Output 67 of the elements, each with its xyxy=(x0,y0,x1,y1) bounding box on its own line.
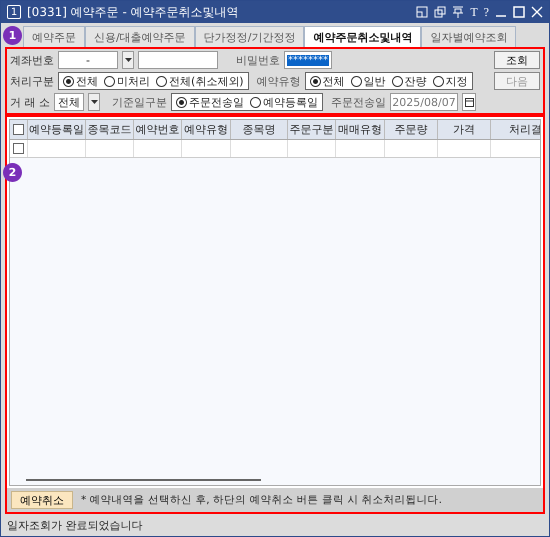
input-field[interactable] xyxy=(138,51,218,69)
radio-option[interactable]: 전체 xyxy=(310,74,345,88)
field-label: 거 래 소 xyxy=(10,94,50,110)
tab[interactable]: 일자별예약조회 xyxy=(421,26,516,47)
password-field[interactable]: ******** xyxy=(284,51,332,69)
tab[interactable]: 신용/대출예약주문 xyxy=(85,26,195,47)
radio-button[interactable] xyxy=(310,76,321,86)
scrollbar[interactable] xyxy=(26,479,261,481)
tab[interactable]: 단가정정/기간정정 xyxy=(194,26,304,47)
tab[interactable]: 예약주문 xyxy=(23,26,85,47)
title-button[interactable]: T xyxy=(470,4,478,20)
radio-option[interactable]: 전체(취소제외) xyxy=(156,74,244,88)
column-header[interactable]: 가격 xyxy=(438,120,491,139)
column-header[interactable]: 예약유형 xyxy=(182,120,231,139)
caret-icon xyxy=(90,100,98,104)
column-header[interactable]: 매매유형 xyxy=(336,120,385,139)
radio-option[interactable]: 미처리 xyxy=(104,74,150,88)
radio-button[interactable] xyxy=(156,76,167,86)
dropdown-button[interactable] xyxy=(88,93,100,111)
radio-button[interactable] xyxy=(63,76,74,86)
calendar-button[interactable] xyxy=(462,93,476,111)
date-field[interactable]: 2025/08/07 xyxy=(390,93,458,111)
radio-button[interactable] xyxy=(432,76,444,86)
column-header[interactable]: 종목명 xyxy=(231,120,288,139)
radio-option[interactable]: 일반 xyxy=(350,74,386,88)
field-label: 예약유형 xyxy=(256,74,301,88)
window-icon[interactable] xyxy=(416,6,428,18)
column-header[interactable]: 주문량 xyxy=(385,120,438,139)
exchange-field[interactable]: 전체 xyxy=(54,93,84,111)
status-text: 일자조회가 완료되었습니다 xyxy=(7,518,142,532)
radio-option[interactable]: 잔량 xyxy=(392,74,427,88)
hint-text: * 예약내역을 선택하신 후, 하단의 예약취소 버튼 클릭 시 취소처리됩니다. xyxy=(81,493,442,507)
pin-icon[interactable] xyxy=(452,6,464,18)
field-label: 주문전송일 xyxy=(331,94,386,110)
field-label: 기준일구분 xyxy=(112,94,167,110)
checkbox[interactable] xyxy=(13,143,24,154)
calendar-icon xyxy=(464,98,474,106)
cancel-button[interactable]: 예약취소 xyxy=(11,491,73,509)
radio-option[interactable]: 예약등록일 xyxy=(250,94,318,110)
radio-button[interactable] xyxy=(392,76,403,86)
account-field[interactable]: - xyxy=(58,51,118,69)
field-label: 처리구분 xyxy=(10,74,54,88)
radio-option[interactable]: 전체 xyxy=(63,74,98,88)
title-button[interactable]: ? xyxy=(484,4,489,20)
field-label: 계좌번호 xyxy=(10,52,54,68)
radio-button[interactable] xyxy=(176,96,187,108)
radio-button[interactable] xyxy=(350,76,362,86)
checkbox[interactable] xyxy=(13,124,24,135)
radio-option[interactable]: 지정 xyxy=(432,74,468,88)
tab[interactable]: 예약주문취소및내역 xyxy=(304,26,422,47)
window-title: [0331] 예약주문 - 예약주문취소및내역 xyxy=(27,4,240,20)
field-label: 비밀번호 xyxy=(236,52,280,68)
window-number: 1 xyxy=(7,5,21,19)
close-icon[interactable] xyxy=(531,6,543,18)
caret-icon xyxy=(124,58,132,62)
search-button[interactable]: 조회 xyxy=(494,51,540,69)
column-header[interactable]: 예약번호 xyxy=(134,120,182,139)
maximize-icon[interactable] xyxy=(513,6,525,18)
radio-button[interactable] xyxy=(104,76,115,86)
dropdown-button[interactable] xyxy=(122,51,134,69)
column-header[interactable]: 예약등록일 xyxy=(28,120,86,139)
copy-icon[interactable] xyxy=(434,6,446,18)
radio-option[interactable]: 주문전송일 xyxy=(176,94,244,110)
column-header[interactable]: 주문구분 xyxy=(288,120,336,139)
marker-badge: 1 xyxy=(3,26,22,45)
radio-button[interactable] xyxy=(250,96,261,108)
column-header[interactable]: 종목코드 xyxy=(86,120,134,139)
